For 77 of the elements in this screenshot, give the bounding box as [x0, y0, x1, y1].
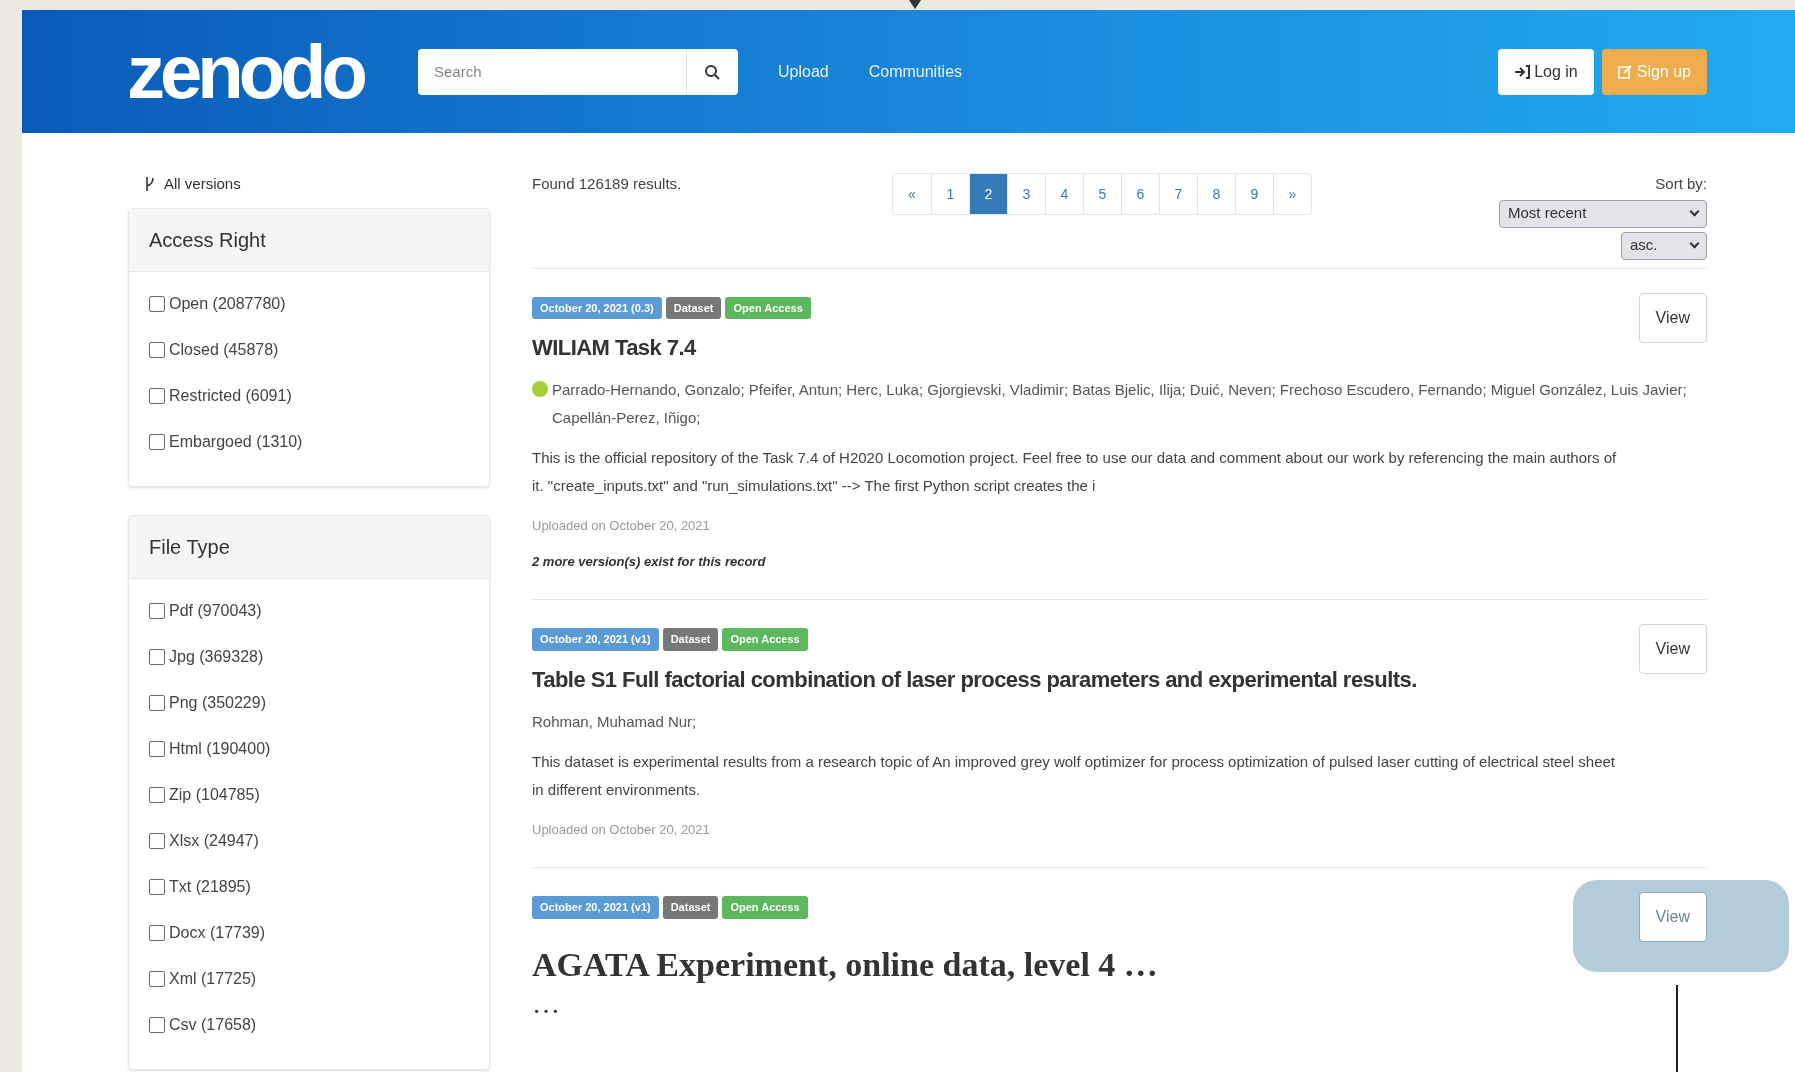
checkbox[interactable]	[149, 433, 165, 450]
page-link[interactable]: 5	[1083, 174, 1121, 214]
label-tag: Dataset	[662, 628, 719, 651]
page-link[interactable]: 9	[1235, 174, 1273, 214]
facet-option: Embargoed (1310)	[169, 429, 303, 454]
facet-option: Closed (45878)	[169, 337, 279, 362]
facet-title: File Type	[129, 515, 489, 579]
nav-link[interactable]: Communities	[868, 59, 963, 84]
site-logo[interactable]: zenodo	[127, 33, 363, 110]
facet-option: Txt (21895)	[169, 874, 251, 899]
facet-option: Docx (17739)	[169, 920, 266, 945]
author-list: Rohman, Muhamad Nur;	[532, 707, 697, 736]
facet-option: Xlsx (24947)	[169, 828, 259, 853]
label-tag: Open Access	[722, 628, 808, 651]
checkbox[interactable]	[149, 786, 165, 803]
facet-option: Xml (17725)	[169, 966, 257, 991]
view-button[interactable]: View	[1638, 892, 1707, 942]
page-link[interactable]: 7	[1159, 174, 1197, 214]
page-link[interactable]: 6	[1121, 174, 1159, 214]
branch-icon	[144, 176, 156, 193]
page-link[interactable]: 8	[1197, 174, 1235, 214]
page-link[interactable]: «	[893, 174, 931, 214]
author-list: Parrado-Hernando, Gonzalo; Pfeifer, Antun; Herc, Luka; Gjorgievski, Vladimir; Batas Bjelic, Ilija; Duić, Neven; Frechoso Escudero, Fernando; Miguel González, Luis Javier; Capellán-Perez, Iñigo;	[552, 376, 1687, 432]
page-link[interactable]: »	[1273, 174, 1311, 214]
search-icon	[704, 63, 721, 80]
page-link[interactable]: 2	[969, 174, 1007, 214]
checkbox[interactable]	[149, 1016, 165, 1033]
label-tag: October 20, 2021 (0.3)	[532, 296, 662, 319]
facet-option: Csv (17658)	[169, 1012, 257, 1037]
checkbox[interactable]	[149, 970, 165, 987]
edit-icon	[1617, 64, 1633, 79]
orcid-icon	[532, 381, 548, 397]
checkbox[interactable]	[149, 341, 165, 358]
search-field[interactable]: Search	[417, 48, 686, 95]
checkbox[interactable]	[149, 295, 165, 312]
login-icon	[1514, 64, 1531, 79]
label-tag: Open Access	[722, 896, 808, 919]
checkbox[interactable]	[149, 387, 165, 404]
ellipsis-text: …	[532, 989, 561, 1018]
upload-date: Uploaded on October 20, 2021	[532, 517, 711, 535]
checkbox[interactable]	[149, 648, 165, 665]
checkbox[interactable]	[149, 740, 165, 757]
facet-option: Open (2087780)	[169, 291, 286, 316]
facet-option: Restricted (6091)	[169, 383, 292, 408]
nav-link[interactable]: Upload	[777, 59, 829, 84]
record-description: This is the official repository of the Task 7.4 of H2020 Locomotion project. Feel free to use our data and comment about our work by referencing the main authors of it. "create_inputs.txt" and "run_simulations.txt" --> The first Python script creates the i	[532, 448, 1618, 496]
checkbox[interactable]	[149, 832, 165, 849]
page-link[interactable]: 3	[1007, 174, 1045, 214]
versions-note: 2 more version(s) exist for this record	[532, 552, 767, 571]
order-select[interactable]: asc.	[1621, 231, 1707, 260]
upload-date: Uploaded on October 20, 2021	[532, 820, 711, 839]
sort-label: Sort by:	[1655, 174, 1707, 194]
page-link[interactable]: 4	[1045, 174, 1083, 214]
label-tag: Dataset	[662, 896, 719, 919]
facet-option: Html (190400)	[169, 736, 271, 761]
facet-option: Jpg (369328)	[169, 644, 264, 669]
checkbox[interactable]	[149, 924, 165, 941]
facet-option: Png (350229)	[169, 690, 266, 715]
label-tag: Open Access	[725, 296, 811, 319]
view-button[interactable]: View	[1638, 624, 1707, 674]
sort-select[interactable]: Most recent	[1499, 199, 1707, 228]
all-versions-link[interactable]: All versions	[164, 173, 241, 196]
facet-title: Access Right	[129, 208, 489, 272]
record-description: This dataset is experimental results from a research topic of An improved grey wolf optimizer for process optimization of pulsed laser cutting of electrical steel sheet in different environments.	[532, 751, 1616, 800]
arrow-marker-icon	[909, 0, 921, 10]
facet-option: Pdf (970043)	[169, 598, 262, 623]
result-count: Found 126189 results.	[532, 174, 683, 194]
search-button[interactable]	[685, 48, 738, 95]
label-tag: October 20, 2021 (v1)	[532, 628, 659, 651]
label-tag: October 20, 2021 (v1)	[532, 896, 659, 919]
facet-option: Zip (104785)	[169, 782, 260, 807]
login-button[interactable]: Log in	[1498, 48, 1594, 95]
label-tag: Dataset	[665, 296, 722, 319]
checkbox[interactable]	[149, 694, 165, 711]
checkbox[interactable]	[149, 602, 165, 619]
checkbox[interactable]	[149, 878, 165, 895]
view-button[interactable]: View	[1638, 292, 1707, 343]
